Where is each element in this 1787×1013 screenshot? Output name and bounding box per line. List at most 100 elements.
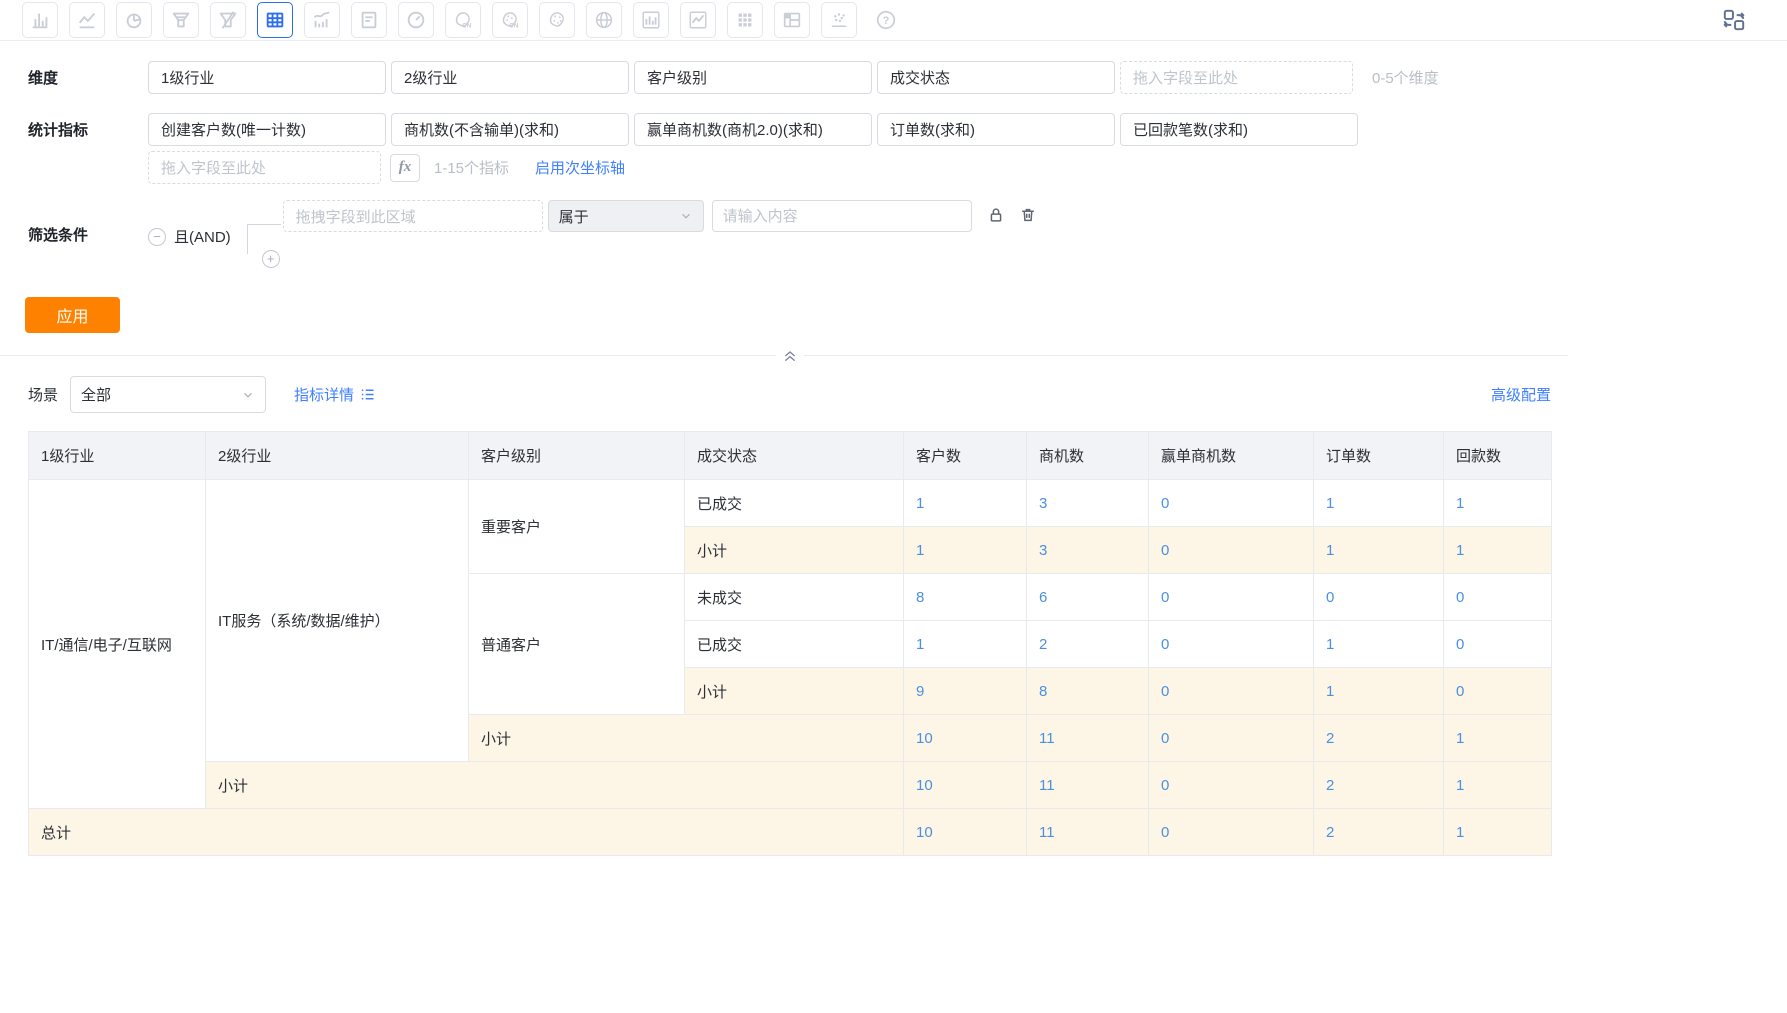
metric-value-cell[interactable]: 2 bbox=[1314, 715, 1444, 762]
table-header-cell: 客户级别 bbox=[469, 432, 685, 480]
metric-value-cell[interactable]: 0 bbox=[1149, 715, 1314, 762]
advanced-config-link[interactable]: 高级配置 bbox=[1491, 384, 1551, 405]
toolbar-bar-chart-button[interactable] bbox=[22, 2, 58, 38]
metric-field-pill[interactable]: 商机数(不含输单)(求和) bbox=[391, 113, 629, 146]
metric-value-cell[interactable]: 11 bbox=[1027, 715, 1149, 762]
trend-line-icon bbox=[687, 9, 709, 31]
metric-value-cell[interactable]: 0 bbox=[1149, 621, 1314, 668]
toolbar-gauge-button[interactable] bbox=[398, 2, 434, 38]
collapse-config-button[interactable] bbox=[776, 347, 804, 365]
help-icon bbox=[875, 9, 897, 31]
report-icon bbox=[358, 9, 380, 31]
scene-row: 场景 全部 指标详情 高级配置 bbox=[28, 376, 1787, 413]
toolbar-trend-line-button[interactable] bbox=[680, 2, 716, 38]
toolbar-histogram-button[interactable] bbox=[633, 2, 669, 38]
toolbar-table-button[interactable] bbox=[257, 2, 293, 38]
remove-condition-button[interactable]: − bbox=[148, 228, 166, 246]
filter-field-drop-zone[interactable]: 拖拽字段到此区域 bbox=[283, 200, 543, 232]
metric-value-cell[interactable]: 1 bbox=[1444, 715, 1552, 762]
metric-value-cell[interactable]: 1 bbox=[904, 480, 1027, 527]
crosstab-icon bbox=[781, 9, 803, 31]
metric-value-cell[interactable]: 2 bbox=[1314, 809, 1444, 856]
metric-field-pill[interactable]: 创建客户数(唯一计数) bbox=[148, 113, 386, 146]
metric-field-pill[interactable]: 赢单商机数(商机2.0)(求和) bbox=[634, 113, 872, 146]
metric-value-cell[interactable]: 0 bbox=[1149, 480, 1314, 527]
toolbar-help-button[interactable] bbox=[868, 2, 904, 38]
metric-value-cell[interactable]: 1 bbox=[1444, 762, 1552, 809]
toolbar-china-bubble-map-button[interactable] bbox=[492, 2, 528, 38]
metric-value-cell[interactable]: 10 bbox=[904, 762, 1027, 809]
dimension-field-pill[interactable]: 2级行业 bbox=[391, 61, 629, 94]
metric-value-cell[interactable]: 6 bbox=[1027, 574, 1149, 621]
secondary-axis-link[interactable]: 启用次坐标轴 bbox=[535, 157, 625, 178]
config-divider bbox=[0, 355, 1568, 356]
toolbar-funnel-button[interactable] bbox=[163, 2, 199, 38]
metric-value-cell[interactable]: 1 bbox=[1314, 480, 1444, 527]
metric-value-cell[interactable]: 0 bbox=[1314, 574, 1444, 621]
metric-value-cell[interactable]: 1 bbox=[1444, 480, 1552, 527]
apply-button[interactable]: 应用 bbox=[25, 297, 120, 333]
dimension-cell: 已成交 bbox=[685, 480, 904, 527]
metric-field-pill[interactable]: 订单数(求和) bbox=[877, 113, 1115, 146]
dimension-cell: 小计 bbox=[685, 527, 904, 574]
lock-condition-button[interactable] bbox=[986, 205, 1008, 227]
metric-value-cell[interactable]: 0 bbox=[1149, 574, 1314, 621]
metric-detail-link[interactable]: 指标详情 bbox=[294, 384, 354, 405]
metric-value-cell[interactable]: 0 bbox=[1149, 762, 1314, 809]
toolbar-combo-chart-button[interactable] bbox=[304, 2, 340, 38]
dimension-field-pill[interactable]: 1级行业 bbox=[148, 61, 386, 94]
metric-value-cell[interactable]: 0 bbox=[1444, 621, 1552, 668]
funnel-compare-icon bbox=[217, 9, 239, 31]
metric-field-pill[interactable]: 已回款笔数(求和) bbox=[1120, 113, 1358, 146]
metric-value-cell[interactable]: 3 bbox=[1027, 480, 1149, 527]
metric-drop-zone[interactable]: 拖入字段至此处 bbox=[148, 151, 381, 184]
metric-value-cell[interactable]: 0 bbox=[1444, 668, 1552, 715]
list-icon[interactable] bbox=[359, 386, 376, 403]
toolbar-line-chart-button[interactable] bbox=[69, 2, 105, 38]
toolbar-china-map-button[interactable] bbox=[445, 2, 481, 38]
toolbar-world-map-button[interactable] bbox=[586, 2, 622, 38]
toolbar-report-button[interactable] bbox=[351, 2, 387, 38]
metric-value-cell[interactable]: 2 bbox=[1027, 621, 1149, 668]
metric-value-cell[interactable]: 1 bbox=[904, 527, 1027, 574]
metric-value-cell[interactable]: 8 bbox=[904, 574, 1027, 621]
metric-value-cell[interactable]: 2 bbox=[1314, 762, 1444, 809]
metric-value-cell[interactable]: 11 bbox=[1027, 762, 1149, 809]
formula-button[interactable]: fx bbox=[390, 154, 420, 182]
metric-value-cell[interactable]: 10 bbox=[904, 715, 1027, 762]
metric-value-cell[interactable]: 0 bbox=[1444, 574, 1552, 621]
toolbar-scatter-chart-button[interactable] bbox=[821, 2, 857, 38]
scene-select[interactable]: 全部 bbox=[70, 376, 266, 413]
dimension-field-pill[interactable]: 客户级别 bbox=[634, 61, 872, 94]
metric-value-cell[interactable]: 8 bbox=[1027, 668, 1149, 715]
metric-value-cell[interactable]: 9 bbox=[904, 668, 1027, 715]
add-condition-button[interactable]: + bbox=[262, 250, 280, 268]
metric-value-cell[interactable]: 1 bbox=[1444, 527, 1552, 574]
toolbar-crosstab-button[interactable] bbox=[774, 2, 810, 38]
metric-value-cell[interactable]: 1 bbox=[1314, 668, 1444, 715]
metric-value-cell[interactable]: 11 bbox=[1027, 809, 1149, 856]
metric-value-cell[interactable]: 10 bbox=[904, 809, 1027, 856]
dimension-cell: 小计 bbox=[685, 668, 904, 715]
toolbar-funnel-compare-button[interactable] bbox=[210, 2, 246, 38]
metric-value-cell[interactable]: 1 bbox=[904, 621, 1027, 668]
swap-axes-button[interactable] bbox=[1721, 7, 1747, 33]
filter-value-input[interactable] bbox=[712, 200, 972, 232]
dimension-label: 维度 bbox=[28, 67, 148, 88]
dimension-field-pill[interactable]: 成交状态 bbox=[877, 61, 1115, 94]
toolbar-bubble-map-button[interactable] bbox=[539, 2, 575, 38]
toolbar-pie-chart-button[interactable] bbox=[116, 2, 152, 38]
dimension-drop-zone[interactable]: 拖入字段至此处 bbox=[1120, 61, 1353, 94]
metric-value-cell[interactable]: 0 bbox=[1149, 809, 1314, 856]
metric-value-cell[interactable]: 1 bbox=[1314, 621, 1444, 668]
delete-condition-button[interactable] bbox=[1018, 205, 1040, 227]
metric-value-cell[interactable]: 1 bbox=[1314, 527, 1444, 574]
chart-type-toolbar bbox=[0, 0, 1787, 41]
filter-operator-select[interactable]: 属于 bbox=[548, 200, 704, 232]
filter-condition-row: 拖拽字段到此区域 属于 bbox=[283, 200, 1040, 232]
toolbar-pivot-grid-button[interactable] bbox=[727, 2, 763, 38]
metric-value-cell[interactable]: 0 bbox=[1149, 527, 1314, 574]
metric-value-cell[interactable]: 0 bbox=[1149, 668, 1314, 715]
metric-value-cell[interactable]: 3 bbox=[1027, 527, 1149, 574]
metric-value-cell[interactable]: 1 bbox=[1444, 809, 1552, 856]
